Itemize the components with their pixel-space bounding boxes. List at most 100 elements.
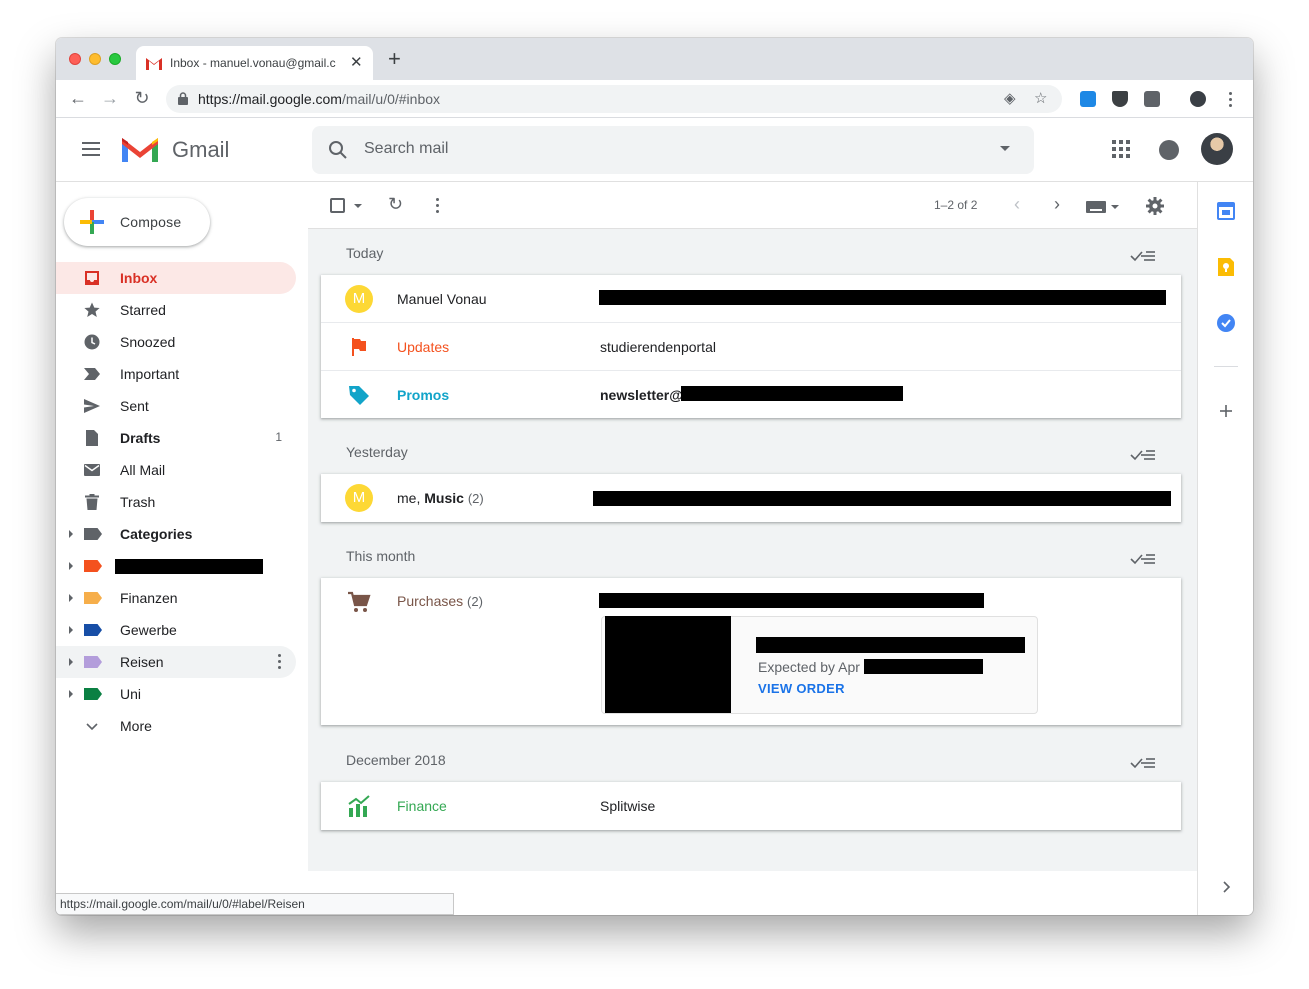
sidebar-item-snoozed[interactable]: Snoozed xyxy=(56,326,296,358)
clock-icon xyxy=(84,334,100,350)
sidebar-item-reisen[interactable]: Reisen xyxy=(56,646,296,678)
browser-window: Inbox - manuel.vonau@gmail.c ✕ + ← → ↻ h… xyxy=(56,38,1253,915)
email-row[interactable]: M Manuel Vonau xyxy=(321,275,1181,323)
sidebar-item-drafts[interactable]: Drafts 1 xyxy=(56,422,296,454)
label-icon xyxy=(84,592,102,604)
extension-pocket-icon[interactable] xyxy=(1112,91,1128,107)
select-all-checkbox[interactable] xyxy=(330,198,345,213)
sidebar-item-gewerbe[interactable]: Gewerbe xyxy=(56,614,296,646)
search-options-icon[interactable] xyxy=(1000,146,1010,151)
tasks-icon[interactable] xyxy=(1217,314,1235,332)
extension-trello-icon[interactable] xyxy=(1080,91,1096,107)
expand-arrow-icon[interactable] xyxy=(69,658,73,666)
link-status-bar: https://mail.google.com/mail/u/0/#label/… xyxy=(56,893,454,915)
google-apps-icon[interactable] xyxy=(1112,140,1130,158)
search-bar[interactable] xyxy=(312,126,1034,174)
bundle-row-promos[interactable]: Promos newsletter@ xyxy=(321,371,1181,419)
settings-gear-icon[interactable] xyxy=(1146,197,1164,215)
sidebar-item-starred[interactable]: Starred xyxy=(56,294,296,326)
calendar-icon[interactable] xyxy=(1217,202,1235,220)
redacted-product-image xyxy=(605,616,731,713)
sender-music: Music xyxy=(424,490,464,506)
mark-section-done-icon[interactable] xyxy=(1130,756,1156,770)
label-icon xyxy=(84,560,102,572)
account-avatar[interactable] xyxy=(1201,133,1233,165)
label-icon xyxy=(84,688,102,700)
minimize-window-button[interactable] xyxy=(89,53,101,65)
sidebar-item-important[interactable]: Important xyxy=(56,358,296,390)
mark-section-done-icon[interactable] xyxy=(1130,249,1156,263)
send-icon xyxy=(84,399,100,413)
close-tab-icon[interactable]: ✕ xyxy=(350,53,363,71)
refresh-icon[interactable]: ↻ xyxy=(388,194,403,215)
search-icon[interactable] xyxy=(328,140,348,160)
label-options-icon[interactable] xyxy=(278,654,282,670)
expand-arrow-icon[interactable] xyxy=(69,626,73,634)
bundle-row-updates[interactable]: Updates studierendenportal xyxy=(321,323,1181,371)
sidebar-item-uni[interactable]: Uni xyxy=(56,678,296,710)
extension-shield-icon[interactable] xyxy=(1144,91,1160,107)
extension-eye-icon[interactable]: ◈ xyxy=(1004,89,1016,107)
select-menu-icon[interactable] xyxy=(354,204,362,208)
sidebar-item-label: Drafts xyxy=(120,430,161,446)
expected-delivery-text: Expected by Apr xyxy=(758,659,860,675)
view-order-link[interactable]: VIEW ORDER xyxy=(758,681,845,696)
bundle-summary: newsletter@ xyxy=(600,387,683,403)
compose-button[interactable]: Compose xyxy=(64,198,210,246)
expand-arrow-icon[interactable] xyxy=(69,530,73,538)
section-header-today: Today xyxy=(346,245,384,261)
bundle-row-purchases[interactable]: Purchases (2) Expected by Apr VIEW ORDER xyxy=(321,578,1181,725)
bundle-name: Purchases (2) xyxy=(397,593,483,609)
expand-arrow-icon[interactable] xyxy=(69,562,73,570)
this-month-card: Purchases (2) Expected by Apr VIEW ORDER xyxy=(321,578,1181,725)
notifications-icon[interactable] xyxy=(1159,140,1179,160)
keyboard-icon[interactable] xyxy=(1086,201,1106,213)
close-window-button[interactable] xyxy=(69,53,81,65)
mark-section-done-icon[interactable] xyxy=(1130,552,1156,566)
bookmark-star-icon[interactable]: ☆ xyxy=(1034,89,1047,107)
older-page-icon[interactable]: › xyxy=(1054,194,1060,215)
sidebar-item-redacted-label[interactable] xyxy=(56,550,296,582)
order-tracking-card[interactable]: Expected by Apr VIEW ORDER xyxy=(601,616,1038,714)
sidebar-item-label: Categories xyxy=(120,526,193,542)
sidebar-item-finanzen[interactable]: Finanzen xyxy=(56,582,296,614)
trash-icon xyxy=(85,494,99,510)
inbox-icon xyxy=(85,271,99,285)
maximize-window-button[interactable] xyxy=(109,53,121,65)
browser-tab[interactable]: Inbox - manuel.vonau@gmail.c ✕ xyxy=(136,46,373,80)
sidebar-item-label: All Mail xyxy=(120,462,166,478)
shopping-cart-icon xyxy=(348,591,371,612)
address-bar[interactable]: https://mail.google.com/mail/u/0/#inbox … xyxy=(166,85,1062,113)
expand-arrow-icon[interactable] xyxy=(69,690,73,698)
tag-icon xyxy=(349,386,369,405)
sidebar-item-all-mail[interactable]: All Mail xyxy=(56,454,296,486)
url-path: /mail/u/0/#inbox xyxy=(341,91,441,107)
more-actions-icon[interactable] xyxy=(436,198,440,214)
back-icon[interactable]: ← xyxy=(66,86,90,110)
add-addon-icon[interactable] xyxy=(1217,402,1235,420)
sidebar-item-categories[interactable]: Categories xyxy=(56,518,296,550)
redacted-subject xyxy=(599,290,1166,305)
sidebar-item-more[interactable]: More xyxy=(56,710,296,742)
email-row[interactable]: M me, Music (2) xyxy=(321,474,1181,522)
reload-icon[interactable]: ↻ xyxy=(130,86,154,110)
gmail-logo[interactable] xyxy=(120,134,160,164)
new-tab-button[interactable]: + xyxy=(388,48,401,70)
input-tools-menu-icon[interactable] xyxy=(1111,205,1119,209)
sidebar-item-sent[interactable]: Sent xyxy=(56,390,296,422)
newer-page-icon[interactable]: ‹ xyxy=(1014,194,1020,215)
sidebar-item-inbox[interactable]: Inbox xyxy=(56,262,296,294)
search-input[interactable] xyxy=(364,140,964,158)
chevron-right-icon[interactable] xyxy=(1217,878,1235,896)
forward-icon[interactable]: → xyxy=(98,86,122,110)
bundle-row-finance[interactable]: Finance Splitwise xyxy=(321,782,1181,830)
profile-avatar-icon[interactable] xyxy=(1190,91,1206,107)
redacted-subject xyxy=(599,593,984,608)
main-menu-icon[interactable] xyxy=(82,142,100,156)
keep-icon[interactable] xyxy=(1217,258,1235,276)
expand-arrow-icon[interactable] xyxy=(69,594,73,602)
mark-section-done-icon[interactable] xyxy=(1130,448,1156,462)
sidebar-item-trash[interactable]: Trash xyxy=(56,486,296,518)
today-card: M Manuel Vonau Updates studierendenporta… xyxy=(321,275,1181,418)
browser-menu-icon[interactable] xyxy=(1229,92,1233,108)
